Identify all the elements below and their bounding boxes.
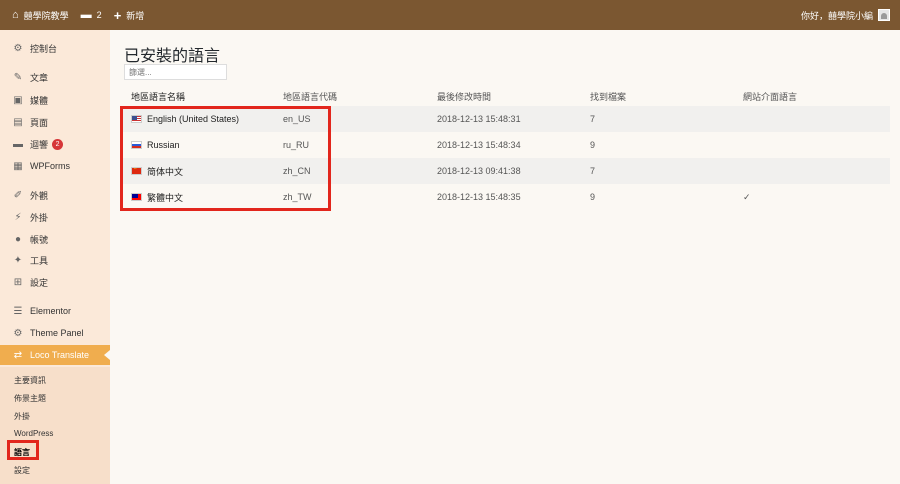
sidebar-item-media[interactable]: ▣ 媒體 <box>0 90 110 110</box>
pin-icon: ✎ <box>13 71 23 83</box>
sidebar-item-label: 媒體 <box>30 95 49 106</box>
column-header-name[interactable]: 地區語言名稱 <box>131 90 185 103</box>
main-content: 已安裝的語言 地區語言名稱 地區語言代碼 最後修改時間 找到檔案 網站介面語言 … <box>110 30 900 484</box>
plus-icon: + <box>113 7 122 23</box>
sidebar-item-label: 文章 <box>30 72 49 83</box>
sidebar-item-label: 控制台 <box>30 43 58 54</box>
media-icon: ▣ <box>13 94 23 106</box>
gear-icon: ⚙ <box>13 327 23 339</box>
loco-submenu: 主要資訊 佈景主題 外掛 WordPress 語言 設定 <box>0 367 110 484</box>
home-icon: ⌂ <box>12 8 19 21</box>
modified-time: 2018-12-13 15:48:35 <box>437 192 521 202</box>
column-header-files[interactable]: 找到檔案 <box>590 90 626 103</box>
user-icon: ● <box>14 233 22 245</box>
comment-icon: ▬ <box>13 138 23 150</box>
sidebar-item-users[interactable]: ● 帳號 <box>0 229 110 249</box>
sidebar-item-label: 帳號 <box>30 234 49 245</box>
column-header-code[interactable]: 地區語言代碼 <box>283 90 337 103</box>
appearance-icon: ✐ <box>13 189 23 201</box>
new-content-link[interactable]: + 新增 <box>108 0 151 30</box>
submenu-item-home[interactable]: 主要資訊 <box>14 375 46 386</box>
submenu-item-settings[interactable]: 設定 <box>14 465 30 476</box>
submenu-item-themes[interactable]: 佈景主題 <box>14 393 46 404</box>
submenu-item-plugins[interactable]: 外掛 <box>14 411 30 422</box>
new-label: 新增 <box>126 10 145 21</box>
sidebar-item-label: Loco Translate <box>30 350 90 360</box>
tools-icon: ✦ <box>13 254 23 266</box>
sidebar-item-label: 工具 <box>30 255 49 266</box>
admin-sidebar: ⚙ 控制台 ✎ 文章 ▣ 媒體 ▤ 頁面 ▬ 迴響 2 ▦ WPForms ✐ … <box>0 30 110 484</box>
sidebar-item-comments[interactable]: ▬ 迴響 2 <box>0 134 110 154</box>
sidebar-item-posts[interactable]: ✎ 文章 <box>0 67 110 87</box>
dashboard-icon: ⚙ <box>13 42 23 54</box>
sidebar-item-label: 設定 <box>30 277 49 288</box>
sidebar-item-label: WPForms <box>30 161 70 171</box>
sidebar-item-label: 外觀 <box>30 190 49 201</box>
translate-icon: ⇄ <box>13 349 23 361</box>
comments-count: 2 <box>96 10 102 20</box>
sidebar-item-wpforms[interactable]: ▦ WPForms <box>0 156 110 176</box>
files-count: 7 <box>590 166 596 176</box>
settings-icon: ⊞ <box>13 276 23 288</box>
site-name-link[interactable]: ⌂ 囍學院教學 <box>0 0 75 30</box>
sidebar-item-dashboard[interactable]: ⚙ 控制台 <box>0 38 110 58</box>
table-header: 地區語言名稱 地區語言代碼 最後修改時間 找到檔案 網站介面語言 <box>120 86 890 106</box>
comments-badge: 2 <box>52 138 64 150</box>
column-header-modified[interactable]: 最後修改時間 <box>437 90 491 103</box>
sidebar-item-elementor[interactable]: ☰ Elementor <box>0 301 110 321</box>
column-header-site-language[interactable]: 網站介面語言 <box>743 90 797 103</box>
sidebar-item-loco-translate[interactable]: ⇄ Loco Translate <box>0 345 110 365</box>
files-count: 7 <box>590 114 596 124</box>
sidebar-item-label: 頁面 <box>30 117 49 128</box>
site-name: 囍學院教學 <box>23 10 69 21</box>
page-title: 已安裝的語言 <box>124 48 221 65</box>
sidebar-item-appearance[interactable]: ✐ 外觀 <box>0 185 110 205</box>
filter-input[interactable] <box>124 64 227 80</box>
avatar <box>878 9 890 21</box>
site-language-mark: ✓ <box>743 191 751 202</box>
modified-time: 2018-12-13 09:41:38 <box>437 166 521 176</box>
submenu-item-wordpress[interactable]: WordPress <box>14 429 53 438</box>
page-icon: ▤ <box>13 116 23 128</box>
sidebar-item-settings[interactable]: ⊞ 設定 <box>0 272 110 292</box>
files-count: 9 <box>590 140 596 150</box>
admin-bar: ⌂ 囍學院教學 ▬ 2 + 新增 你好，囍學院小編 <box>0 0 900 30</box>
elementor-icon: ☰ <box>13 305 23 317</box>
sidebar-item-theme-panel[interactable]: ⚙ Theme Panel <box>0 323 110 343</box>
plugin-icon: ⚡ <box>14 211 22 223</box>
wpforms-icon: ▦ <box>13 160 23 172</box>
sidebar-item-label: 迴響 <box>30 139 49 150</box>
modified-time: 2018-12-13 15:48:34 <box>437 140 521 150</box>
language-list-highlight-box <box>120 106 331 211</box>
comments-link[interactable]: ▬ 2 <box>75 0 108 30</box>
greeting: 你好，囍學院小編 <box>800 10 873 21</box>
sidebar-item-pages[interactable]: ▤ 頁面 <box>0 112 110 132</box>
sidebar-item-label: Theme Panel <box>30 328 84 338</box>
files-count: 9 <box>590 192 596 202</box>
sidebar-item-plugins[interactable]: ⚡ 外掛 <box>0 207 110 227</box>
comment-icon: ▬ <box>80 8 92 21</box>
sidebar-item-label: 外掛 <box>30 212 49 223</box>
modified-time: 2018-12-13 15:48:31 <box>437 114 521 124</box>
account-menu[interactable]: 你好，囍學院小編 <box>801 9 900 22</box>
sidebar-item-tools[interactable]: ✦ 工具 <box>0 250 110 270</box>
sidebar-item-label: Elementor <box>30 306 72 316</box>
languages-highlight-box <box>7 440 39 460</box>
